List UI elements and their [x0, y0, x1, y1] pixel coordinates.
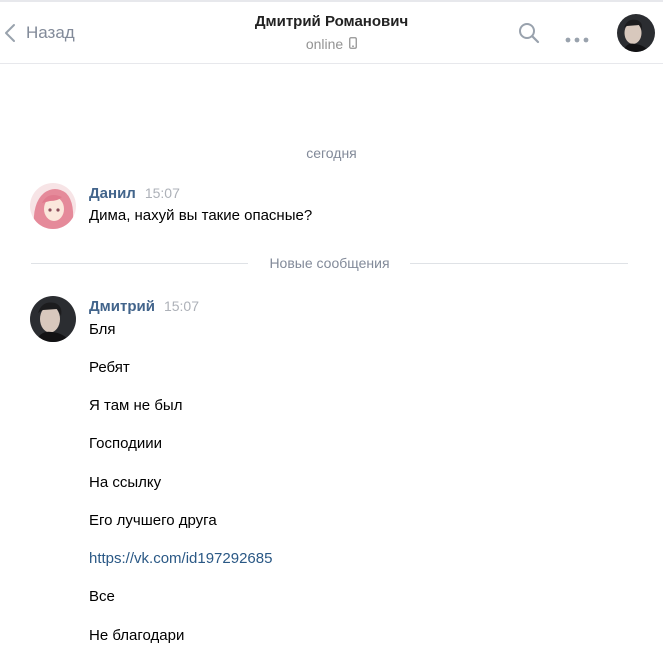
- message-text: Ребят: [89, 359, 130, 376]
- new-messages-separator: Новые сообщения: [31, 254, 628, 272]
- peer-avatar[interactable]: [617, 14, 655, 52]
- peer-name[interactable]: Дмитрий Романович: [0, 12, 663, 32]
- message-text: Его лучшего друга: [89, 512, 217, 529]
- message-group: Данил 15:07 Дима, нахуй вы такие опасные?: [30, 183, 630, 233]
- message-header: Данил 15:07: [89, 185, 180, 203]
- search-icon[interactable]: [518, 22, 540, 49]
- message-time[interactable]: 15:07: [145, 185, 180, 201]
- message-text: Не благодари: [89, 627, 185, 644]
- author-name[interactable]: Дмитрий: [89, 298, 155, 315]
- avatar[interactable]: [30, 183, 76, 229]
- message-text: Господиии: [89, 435, 162, 452]
- mobile-phone-icon: [349, 36, 358, 52]
- more-horizontal-icon[interactable]: [565, 30, 589, 48]
- message-time[interactable]: 15:07: [164, 298, 199, 314]
- new-messages-label: Новые сообщения: [269, 255, 390, 271]
- chat-header: Назад Дмитрий Романович online: [0, 2, 663, 64]
- date-separator: сегодня: [306, 145, 357, 161]
- message-text: Дима, нахуй вы такие опасные?: [89, 207, 313, 224]
- message-text: https://vk.com/id197292685: [89, 550, 272, 568]
- author-name[interactable]: Данил: [89, 185, 136, 202]
- message-link[interactable]: https://vk.com/id197292685: [89, 550, 272, 567]
- message-group: Дмитрий 15:07 Бля Ребят Я там не был Госп…: [30, 296, 630, 656]
- message-header: Дмитрий 15:07: [89, 298, 199, 316]
- online-status: online: [305, 36, 344, 52]
- peer-info: Дмитрий Романович online: [0, 12, 663, 54]
- message-text: На ссылку: [89, 474, 162, 491]
- peer-status: online: [305, 36, 358, 52]
- message-text: Я там не был: [89, 397, 183, 414]
- avatar[interactable]: [30, 296, 76, 342]
- message-text: Бля: [89, 321, 116, 338]
- message-text: Все: [89, 588, 115, 605]
